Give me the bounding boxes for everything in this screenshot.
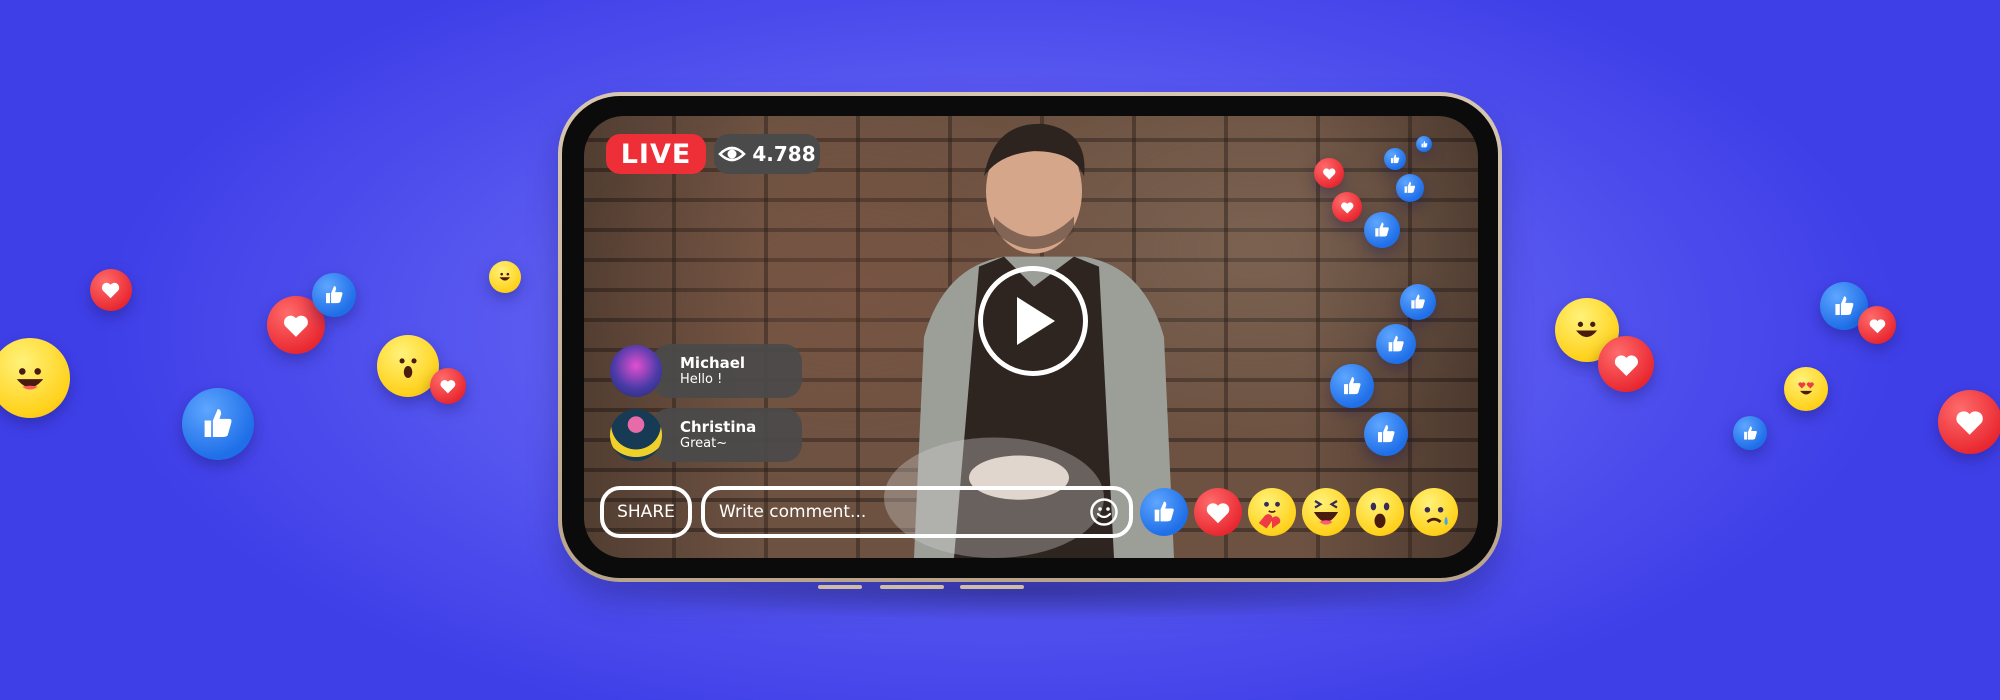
comment-placeholder: Write comment... [719, 502, 867, 522]
stream-thumbs-up-icon [1330, 364, 1374, 408]
stream-thumbs-up-icon [1364, 412, 1408, 456]
floating-heart-icon [1598, 336, 1654, 392]
viewer-count-badge: 4.788 [714, 134, 820, 174]
phone-bezel: LIVE 4.788 Michael Hello ! Christina Gre… [562, 96, 1498, 578]
live-video-screen[interactable]: LIVE 4.788 Michael Hello ! Christina Gre… [584, 116, 1478, 558]
floating-smile-emoji-icon [489, 261, 521, 293]
floating-thumbs-up-icon [182, 388, 254, 460]
reaction-like-button[interactable] [1140, 488, 1188, 536]
comment-bubble: Christina Great~ [652, 408, 802, 462]
smiley-icon[interactable] [1089, 497, 1119, 527]
viewer-count: 4.788 [752, 142, 816, 166]
comment-input[interactable]: Write comment... [701, 486, 1133, 538]
reaction-sad-button[interactable] [1410, 488, 1458, 536]
comment-item: Michael Hello ! [610, 344, 802, 398]
reaction-haha-button[interactable] [1302, 488, 1350, 536]
phone-button-mark [818, 585, 862, 589]
play-button[interactable] [978, 266, 1088, 376]
laughing-emoji-icon [1313, 500, 1339, 525]
phone-frame: LIVE 4.788 Michael Hello ! Christina Gre… [558, 92, 1502, 582]
share-button[interactable]: SHARE [600, 486, 692, 538]
stream-thumbs-up-icon [1416, 136, 1432, 152]
stream-thumbs-up-icon [1364, 212, 1400, 248]
floating-heart-icon [1938, 390, 2000, 454]
floating-heart-icon [1858, 306, 1896, 344]
thumbs-up-icon [1154, 501, 1174, 522]
phone-button-mark [880, 585, 944, 589]
comment-bubble: Michael Hello ! [652, 344, 802, 398]
comment-text: Hello ! [680, 372, 723, 387]
floating-smile-emoji-icon [0, 338, 70, 418]
phone-button-mark [960, 585, 1024, 589]
avatar[interactable] [610, 345, 662, 397]
floating-thumbs-up-icon [1733, 416, 1767, 450]
surprised-emoji-icon [1370, 502, 1390, 528]
floating-heart-eyes-emoji-icon [1784, 367, 1828, 411]
reaction-wow-button[interactable] [1356, 488, 1404, 536]
reaction-care-button[interactable] [1248, 488, 1296, 536]
stream-heart-icon [1314, 158, 1344, 188]
eye-icon [718, 146, 747, 162]
play-icon [1017, 297, 1055, 345]
floating-heart-icon [90, 269, 132, 311]
hug-emoji-icon [1258, 501, 1281, 529]
reaction-love-button[interactable] [1194, 488, 1242, 536]
heart-icon [1206, 503, 1230, 524]
stream-thumbs-up-icon [1396, 174, 1424, 202]
comment-author: Michael [680, 354, 746, 372]
floating-heart-icon [430, 368, 466, 404]
live-badge: LIVE [606, 134, 706, 174]
floating-thumbs-up-icon [312, 273, 356, 317]
avatar[interactable] [610, 409, 662, 461]
crying-emoji-icon [1424, 507, 1448, 526]
stream-heart-icon [1332, 192, 1362, 222]
stream-thumbs-up-icon [1400, 284, 1436, 320]
stream-thumbs-up-icon [1376, 324, 1416, 364]
comment-item: Christina Great~ [610, 408, 802, 462]
reaction-bar [1140, 488, 1458, 536]
comment-text: Great~ [680, 436, 728, 451]
comment-author: Christina [680, 418, 757, 436]
stream-thumbs-up-icon [1384, 148, 1406, 170]
